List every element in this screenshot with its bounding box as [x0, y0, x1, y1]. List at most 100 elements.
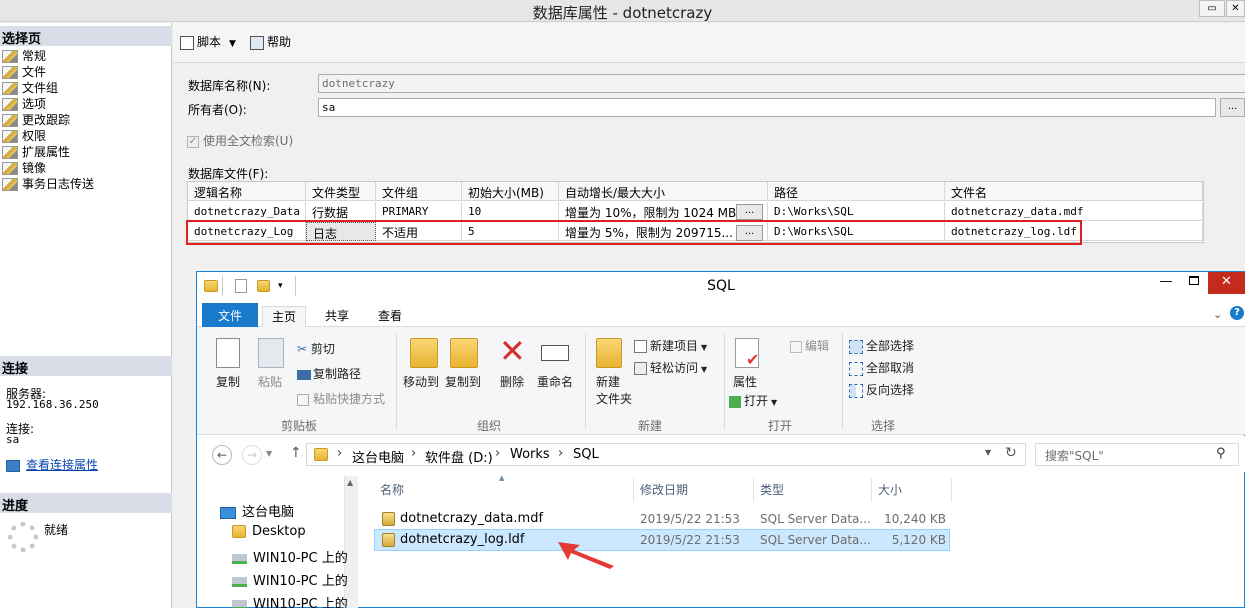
column-header-type[interactable]: 类型	[754, 478, 872, 502]
script-button[interactable]: 脚本 ▼	[180, 33, 236, 50]
move-to-button[interactable]: 移动到	[403, 373, 439, 390]
page-item-files[interactable]: 文件	[2, 63, 46, 79]
easy-access-button[interactable]: 轻松访问 ▼	[634, 359, 707, 376]
page-item-general[interactable]: 常规	[2, 47, 46, 63]
new-item-button[interactable]: 新建项目 ▼	[634, 337, 707, 354]
delete-button[interactable]: 删除	[500, 373, 524, 390]
dialog-title: 数据库属性 - dotnetcrazy	[532, 4, 713, 22]
nav-item-network-drive[interactable]: WIN10-PC 上的	[232, 570, 348, 589]
open-button[interactable]: 打开 ▼	[729, 392, 777, 409]
file-type: SQL Server Data...	[760, 533, 871, 547]
refresh-icon[interactable]: ↻	[1005, 445, 1017, 461]
page-item-permissions[interactable]: 权限	[2, 127, 46, 143]
recent-locations-chevron-icon[interactable]: ▼	[266, 449, 272, 458]
column-header-size[interactable]: 大小	[872, 478, 952, 502]
owner-browse-button[interactable]: ...	[1220, 98, 1245, 117]
breadcrumb-this-pc[interactable]: 这台电脑	[352, 447, 404, 466]
grid-header[interactable]: 文件组	[376, 182, 462, 201]
close-button[interactable]: ✕	[1208, 272, 1245, 294]
page-item-log-shipping[interactable]: 事务日志传送	[2, 175, 94, 191]
fulltext-checkbox[interactable]: ✓ 使用全文检索(U)	[187, 132, 293, 149]
tab-share[interactable]: 共享	[316, 306, 358, 326]
db-name-field[interactable]: dotnetcrazy	[318, 74, 1245, 93]
nav-item-this-pc[interactable]: 这台电脑	[220, 501, 294, 520]
breadcrumb-drive[interactable]: 软件盘 (D:)	[425, 447, 493, 466]
divider	[724, 333, 725, 429]
tab-view[interactable]: 查看	[368, 306, 412, 326]
address-dropdown-icon[interactable]: ▼	[985, 448, 991, 457]
open-icon	[729, 395, 741, 408]
nav-item-network-drive[interactable]: WIN10-PC 上的	[232, 593, 348, 608]
nav-item-desktop[interactable]: Desktop	[232, 524, 306, 539]
nav-item-network-drive[interactable]: WIN10-PC 上的	[232, 547, 348, 566]
search-input[interactable]: 搜索"SQL" ⚲	[1035, 443, 1239, 466]
autogrowth-ellipsis-button[interactable]: ...	[736, 204, 763, 220]
view-connection-properties-link[interactable]: 查看连接属性	[6, 456, 98, 473]
invert-selection-button[interactable]: 反向选择	[849, 381, 914, 398]
file-date: 2019/5/22 21:53	[640, 533, 740, 547]
back-button[interactable]: ←	[212, 445, 232, 465]
paste-button[interactable]: 粘贴	[258, 373, 282, 390]
grid-header[interactable]: 文件类型	[306, 182, 376, 201]
grid-header[interactable]: 初始大小(MB)	[462, 182, 559, 201]
file-row-selected[interactable]: dotnetcrazy_log.ldf 2019/5/22 21:53 SQL …	[374, 529, 950, 551]
grid-cell[interactable]: D:\Works\SQL	[768, 202, 945, 221]
copy-path-button[interactable]: 复制路径	[297, 365, 361, 382]
select-all-icon	[849, 339, 863, 354]
new-folder-button[interactable]: 新建 文件夹	[596, 373, 632, 407]
grid-cell[interactable]: PRIMARY	[376, 202, 462, 221]
grid-cell[interactable]: 10	[462, 202, 559, 221]
help-button[interactable]: 帮助	[250, 33, 291, 50]
computer-icon	[220, 506, 236, 519]
breadcrumb-sql[interactable]: SQL	[573, 447, 599, 462]
folder-icon	[232, 525, 246, 538]
copy-button[interactable]: 复制	[216, 373, 240, 390]
cut-button[interactable]: ✂ 剪切	[297, 340, 335, 357]
properties-button[interactable]: 属性	[733, 373, 757, 390]
page-item-options[interactable]: 选项	[2, 95, 46, 111]
select-none-button[interactable]: 全部取消	[849, 359, 914, 376]
edit-button[interactable]: 编辑	[790, 337, 829, 354]
grid-cell[interactable]: dotnetcrazy_Data	[188, 202, 306, 221]
grid-header[interactable]: 路径	[768, 182, 945, 201]
grid-header[interactable]: 文件名	[945, 182, 1203, 201]
page-item-change-tracking[interactable]: 更改跟踪	[2, 111, 70, 127]
forward-button[interactable]: →	[242, 445, 262, 465]
up-button[interactable]: ↑	[290, 445, 302, 461]
paste-shortcut-button[interactable]: 粘贴快捷方式	[297, 390, 385, 407]
dialog-restore-button[interactable]: ▭	[1199, 0, 1225, 17]
page-item-filegroups[interactable]: 文件组	[2, 79, 58, 95]
grid-header[interactable]: 自动增长/最大大小	[559, 182, 768, 201]
page-icon	[2, 178, 18, 191]
grid-cell[interactable]: dotnetcrazy_data.mdf	[945, 202, 1203, 221]
explorer-title: SQL	[707, 278, 735, 294]
minimize-button[interactable]: —	[1152, 272, 1180, 294]
tab-file[interactable]: 文件	[202, 303, 258, 327]
grid-header[interactable]: 逻辑名称	[188, 182, 306, 201]
page-icon	[2, 130, 18, 143]
chevron-down-icon: ▼	[701, 343, 708, 352]
help-icon	[250, 35, 264, 50]
scroll-up-icon[interactable]: ▲	[347, 478, 353, 487]
breadcrumb-separator-icon: ›	[495, 446, 501, 461]
page-item-extended-properties[interactable]: 扩展属性	[2, 143, 70, 159]
folder-icon	[314, 448, 328, 461]
copy-to-button[interactable]: 复制到	[445, 373, 481, 390]
page-item-mirroring[interactable]: 镜像	[2, 159, 46, 175]
breadcrumb-works[interactable]: Works	[510, 447, 550, 462]
chevron-down-icon[interactable]: ⌄	[1213, 308, 1222, 321]
owner-field[interactable]: sa	[318, 98, 1216, 117]
file-row[interactable]: dotnetcrazy_data.mdf 2019/5/22 21:53 SQL…	[374, 508, 950, 530]
column-header-date[interactable]: 修改日期	[634, 478, 754, 502]
column-header-name[interactable]: 名称	[374, 478, 634, 502]
rename-button[interactable]: 重命名	[537, 373, 573, 390]
select-all-button[interactable]: 全部选择	[849, 337, 914, 354]
grid-cell[interactable]: 行数据	[306, 202, 376, 221]
rename-icon	[541, 345, 569, 361]
dialog-close-button[interactable]: ✕	[1226, 0, 1245, 17]
address-box[interactable]: › 这台电脑 › 软件盘 (D:) › Works › SQL ▼ ↻	[306, 443, 1026, 466]
maximize-button[interactable]	[1180, 272, 1208, 294]
tab-home[interactable]: 主页	[262, 306, 306, 328]
open-group-label: 打开	[768, 419, 793, 433]
help-icon[interactable]: ?	[1230, 306, 1244, 320]
